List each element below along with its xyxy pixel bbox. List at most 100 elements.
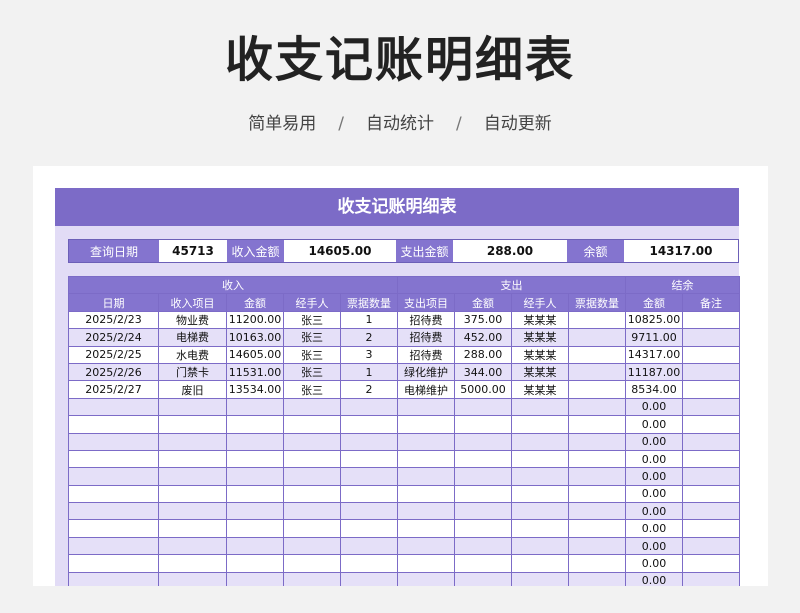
cell-income-amount[interactable]: [226, 415, 284, 434]
cell-expense-amount[interactable]: [454, 484, 513, 504]
cell-income-receipts[interactable]: [339, 519, 399, 538]
cell-income-item[interactable]: [158, 519, 227, 538]
cell-expense-item[interactable]: 招待费: [397, 310, 456, 330]
cell-income-receipts[interactable]: [339, 415, 399, 434]
cell-income-amount[interactable]: 10163.00: [226, 328, 284, 347]
cell-expense-handler[interactable]: [511, 571, 570, 586]
cell-remark[interactable]: [682, 310, 741, 330]
cell-expense-item[interactable]: 招待费: [397, 328, 456, 347]
column-header-date[interactable]: 日期: [68, 293, 159, 312]
cell-expense-receipts[interactable]: [568, 467, 627, 486]
cell-balance-amount[interactable]: 0.00: [625, 519, 684, 538]
cell-expense-amount[interactable]: [454, 467, 513, 486]
cell-expense-handler[interactable]: [511, 397, 570, 417]
cell-income-receipts[interactable]: [339, 571, 399, 586]
cell-balance-amount[interactable]: 11187.00: [625, 362, 684, 382]
column-header-remark[interactable]: 备注: [682, 293, 741, 312]
column-header-expense-amount[interactable]: 金额: [454, 293, 513, 312]
cell-expense-receipts[interactable]: [568, 415, 627, 434]
cell-expense-receipts[interactable]: [568, 397, 627, 417]
cell-expense-item[interactable]: [397, 432, 456, 451]
query-date-value[interactable]: 45713: [159, 240, 227, 262]
cell-income-item[interactable]: [158, 536, 227, 556]
cell-expense-receipts[interactable]: [568, 554, 627, 573]
cell-income-handler[interactable]: [283, 571, 341, 586]
cell-expense-item[interactable]: [397, 484, 456, 504]
cell-expense-amount[interactable]: [454, 519, 513, 538]
cell-expense-amount[interactable]: [454, 432, 513, 451]
cell-expense-handler[interactable]: [511, 415, 570, 434]
column-header-expense-item[interactable]: 支出项目: [397, 293, 456, 312]
cell-balance-amount[interactable]: 0.00: [625, 484, 684, 504]
cell-expense-handler[interactable]: 某某某: [511, 362, 570, 382]
cell-date[interactable]: [68, 502, 159, 521]
cell-expense-receipts[interactable]: [568, 571, 627, 586]
cell-date[interactable]: [68, 571, 159, 586]
cell-income-handler[interactable]: [283, 467, 341, 486]
cell-balance-amount[interactable]: 10825.00: [625, 310, 684, 330]
cell-income-receipts[interactable]: [339, 484, 399, 504]
cell-expense-receipts[interactable]: [568, 432, 627, 451]
column-header-expense-receipts[interactable]: 票据数量: [568, 293, 627, 312]
cell-income-receipts[interactable]: [339, 467, 399, 486]
cell-date[interactable]: [68, 397, 159, 417]
cell-income-receipts[interactable]: 2: [339, 328, 399, 347]
cell-date[interactable]: [68, 467, 159, 486]
cell-income-amount[interactable]: 14605.00: [226, 345, 284, 364]
cell-expense-item[interactable]: [397, 502, 456, 521]
cell-income-handler[interactable]: 张三: [283, 345, 341, 364]
cell-date[interactable]: [68, 449, 159, 469]
cell-expense-amount[interactable]: 375.00: [454, 310, 513, 330]
cell-income-item[interactable]: [158, 467, 227, 486]
cell-expense-handler[interactable]: 某某某: [511, 310, 570, 330]
cell-balance-amount[interactable]: 0.00: [625, 449, 684, 469]
cell-income-item[interactable]: [158, 571, 227, 586]
cell-income-receipts[interactable]: [339, 554, 399, 573]
cell-remark[interactable]: [682, 519, 741, 538]
cell-expense-handler[interactable]: [511, 554, 570, 573]
cell-expense-item[interactable]: [397, 397, 456, 417]
cell-remark[interactable]: [682, 571, 741, 586]
cell-expense-item[interactable]: 招待费: [397, 345, 456, 364]
cell-expense-receipts[interactable]: [568, 328, 627, 347]
cell-balance-amount[interactable]: 0.00: [625, 432, 684, 451]
cell-income-amount[interactable]: [226, 449, 284, 469]
cell-expense-handler[interactable]: 某某某: [511, 345, 570, 364]
cell-remark[interactable]: [682, 554, 741, 573]
cell-expense-receipts[interactable]: [568, 484, 627, 504]
cell-remark[interactable]: [682, 345, 741, 364]
cell-balance-amount[interactable]: 8534.00: [625, 380, 684, 399]
cell-date[interactable]: [68, 554, 159, 573]
cell-date[interactable]: 2025/2/27: [68, 380, 159, 399]
cell-expense-amount[interactable]: 344.00: [454, 362, 513, 382]
cell-expense-handler[interactable]: 某某某: [511, 380, 570, 399]
cell-date[interactable]: [68, 519, 159, 538]
column-header-income-item[interactable]: 收入项目: [158, 293, 227, 312]
cell-expense-receipts[interactable]: [568, 362, 627, 382]
column-header-income-receipts[interactable]: 票据数量: [339, 293, 399, 312]
cell-income-item[interactable]: 废旧: [158, 380, 227, 399]
cell-expense-receipts[interactable]: [568, 519, 627, 538]
cell-expense-receipts[interactable]: [568, 310, 627, 330]
cell-date[interactable]: 2025/2/25: [68, 345, 159, 364]
column-header-income-amount[interactable]: 金额: [226, 293, 284, 312]
cell-expense-amount[interactable]: [454, 397, 513, 417]
cell-expense-amount[interactable]: [454, 571, 513, 586]
cell-income-item[interactable]: 水电费: [158, 345, 227, 364]
cell-date[interactable]: [68, 415, 159, 434]
cell-remark[interactable]: [682, 380, 741, 399]
cell-balance-amount[interactable]: 0.00: [625, 502, 684, 521]
cell-expense-handler[interactable]: [511, 467, 570, 486]
cell-expense-handler[interactable]: [511, 519, 570, 538]
cell-remark[interactable]: [682, 467, 741, 486]
cell-income-handler[interactable]: [283, 484, 341, 504]
cell-remark[interactable]: [682, 362, 741, 382]
cell-date[interactable]: [68, 432, 159, 451]
cell-expense-item[interactable]: [397, 449, 456, 469]
cell-income-handler[interactable]: [283, 397, 341, 417]
cell-expense-item[interactable]: [397, 571, 456, 586]
cell-expense-amount[interactable]: [454, 415, 513, 434]
cell-income-item[interactable]: [158, 432, 227, 451]
cell-expense-handler[interactable]: 某某某: [511, 328, 570, 347]
cell-income-receipts[interactable]: [339, 502, 399, 521]
